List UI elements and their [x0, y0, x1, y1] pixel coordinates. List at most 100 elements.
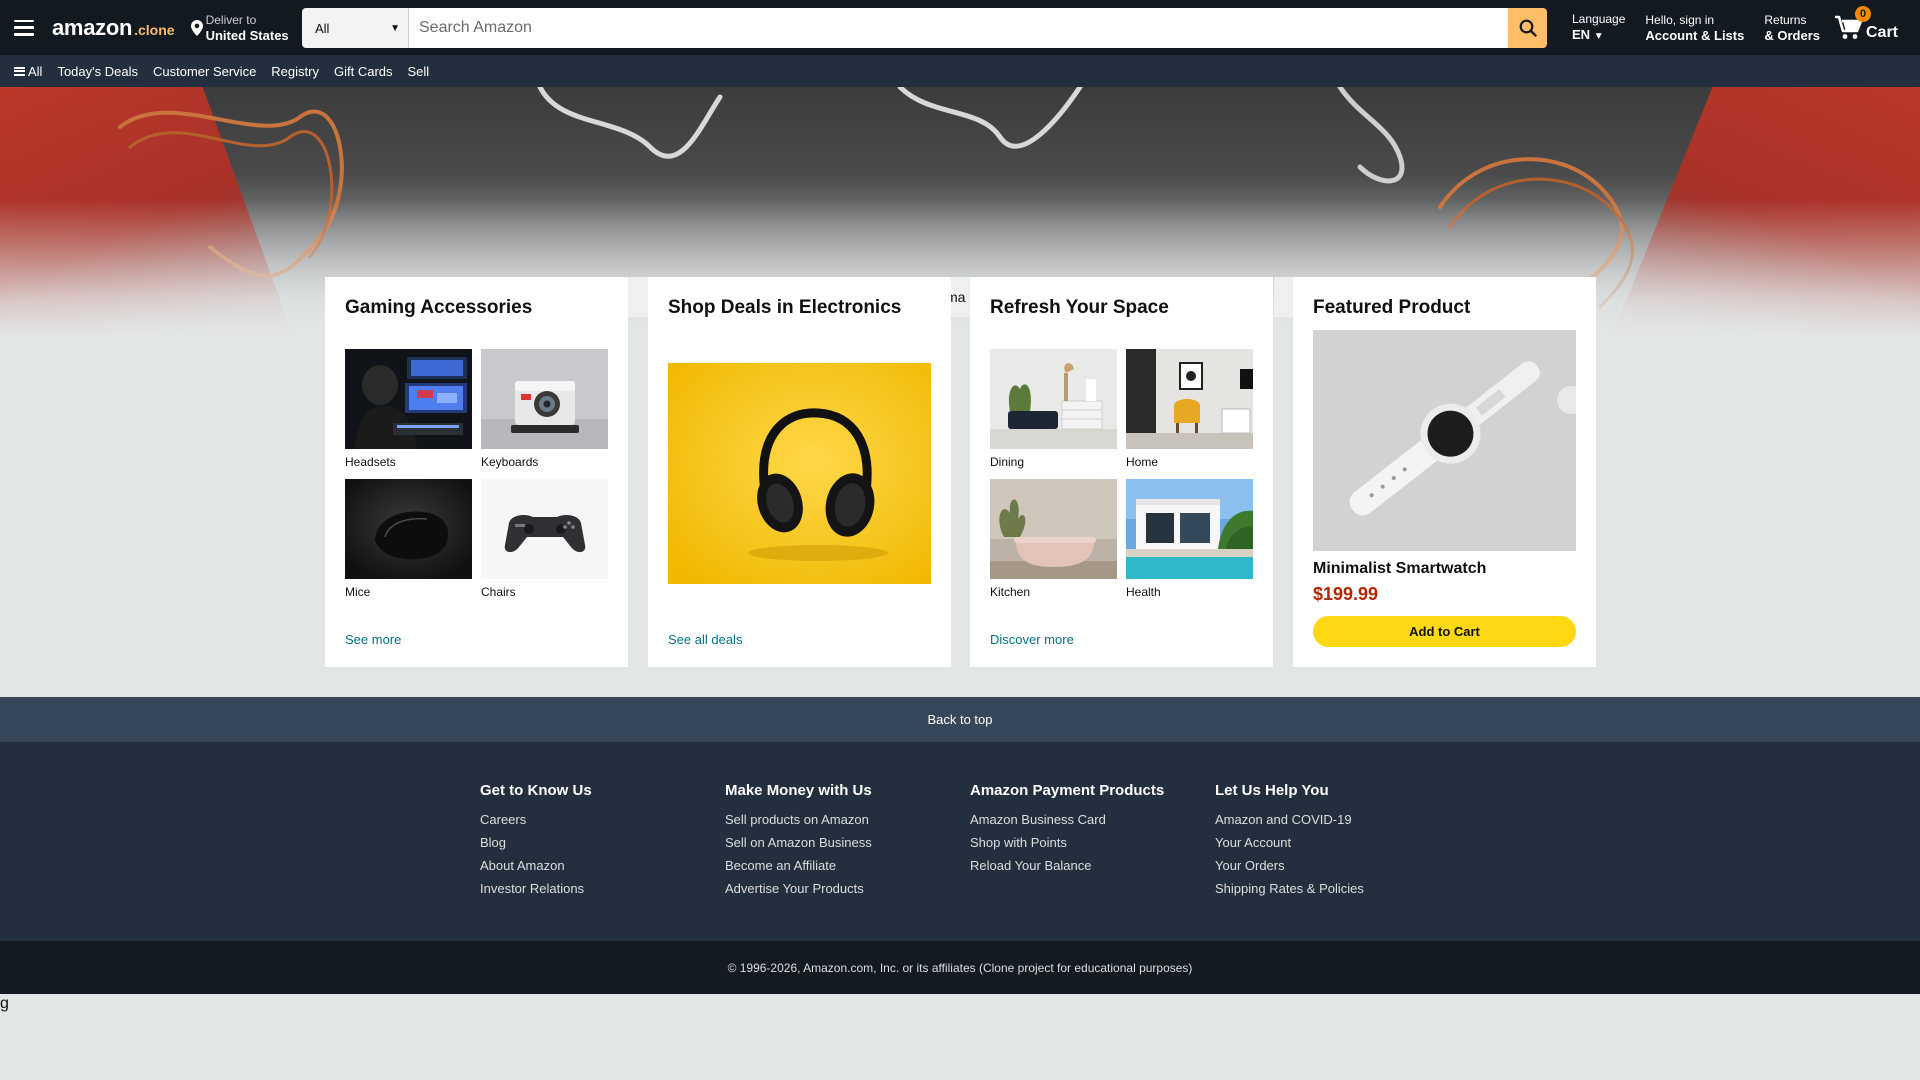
logo-word: amazon	[52, 14, 133, 40]
subnav-gift-cards[interactable]: Gift Cards	[334, 64, 393, 79]
footer-column-get-to-know-us: Get to Know Us Careers Blog About Amazon…	[480, 782, 710, 900]
tile-image	[990, 349, 1117, 449]
subnav-registry[interactable]: Registry	[271, 64, 319, 79]
returns-orders-button[interactable]: Returns & Orders	[1754, 13, 1830, 43]
card-title: Shop Deals in Electronics	[668, 297, 902, 318]
add-to-cart-button[interactable]: Add to Cart	[1313, 616, 1576, 647]
card-title: Gaming Accessories	[345, 297, 533, 318]
subnav-all-label: All	[28, 63, 43, 79]
cart-count-badge: 0	[1855, 6, 1871, 22]
card-row: Gaming Accessories Headsets Keyboards Mi…	[325, 277, 1596, 667]
footer-link[interactable]: Amazon and COVID-19	[1215, 808, 1445, 831]
tile-health[interactable]: Health	[1126, 479, 1253, 609]
footer-column-heading: Get to Know Us	[480, 782, 592, 799]
see-more-link[interactable]: See more	[345, 632, 401, 647]
tile-caption: Mice	[345, 585, 371, 599]
product-price: $199.99	[1313, 584, 1379, 604]
footer-link[interactable]: Amazon Business Card	[970, 808, 1200, 831]
tile-headsets[interactable]: Headsets	[345, 349, 472, 479]
footer-link[interactable]: Investor Relations	[480, 877, 710, 900]
tile-image	[345, 479, 472, 579]
tile-caption: Dining	[990, 455, 1025, 469]
subnav-sell[interactable]: Sell	[408, 64, 430, 79]
deliver-line2: United States	[205, 27, 289, 43]
footer-link[interactable]: Careers	[480, 808, 710, 831]
tile-image	[990, 479, 1117, 579]
discover-more-link[interactable]: Discover more	[990, 632, 1074, 647]
footer-column-help: Let Us Help You Amazon and COVID-19 Your…	[1215, 782, 1445, 900]
smartwatch-image[interactable]	[1313, 330, 1576, 551]
tile-mice[interactable]: Mice	[345, 479, 472, 609]
subnav-customer-service[interactable]: Customer Service	[153, 64, 256, 79]
search-bar: All ▼	[302, 8, 1547, 48]
chevron-down-icon: ▼	[390, 22, 400, 34]
search-category-select[interactable]: All ▼	[302, 8, 409, 48]
footer-column-heading: Make Money with Us	[725, 782, 872, 799]
logo-suffix: .clone	[134, 22, 175, 38]
language-line2: EN ▼	[1572, 27, 1625, 44]
footer-link[interactable]: Your Account	[1215, 831, 1445, 854]
footer-column-make-money: Make Money with Us Sell products on Amaz…	[725, 782, 955, 900]
footer-link[interactable]: Sell products on Amazon	[725, 808, 955, 831]
tile-image	[1126, 349, 1253, 449]
search-icon	[1519, 19, 1537, 37]
tile-caption: Health	[1126, 585, 1161, 599]
subnav-todays-deals[interactable]: Today's Deals	[57, 64, 138, 79]
footer-column-heading: Amazon Payment Products	[970, 782, 1165, 799]
amazon-logo[interactable]: amazon .clone	[48, 0, 179, 55]
card-featured-product: Featured Product Minimalist Smartwatch $…	[1293, 277, 1596, 667]
menu-icon	[14, 66, 25, 76]
headphones-image[interactable]	[668, 363, 931, 584]
top-nav: amazon .clone Deliver to United States A…	[0, 0, 1920, 55]
see-all-deals-link[interactable]: See all deals	[668, 632, 742, 647]
tile-keyboards[interactable]: Keyboards	[481, 349, 608, 479]
footer-column-payment-products: Amazon Payment Products Amazon Business …	[970, 782, 1200, 877]
tile-image	[481, 349, 608, 449]
search-input[interactable]	[409, 8, 1508, 48]
copyright-text: © 1996-2026, Amazon.com, Inc. or its aff…	[727, 960, 1193, 975]
tile-kitchen[interactable]: Kitchen	[990, 479, 1117, 609]
product-name: Minimalist Smartwatch	[1313, 560, 1487, 577]
subnav-all[interactable]: All	[14, 64, 42, 79]
location-pin-icon	[190, 19, 203, 36]
account-line2: Account & Lists	[1645, 27, 1745, 43]
cart-button[interactable]: 0 Cart	[1830, 0, 1906, 55]
tile-caption: Chairs	[481, 585, 516, 599]
footer-link[interactable]: Become an Affiliate	[725, 854, 955, 877]
hamburger-icon	[14, 19, 34, 36]
footer-link[interactable]: Advertise Your Products	[725, 877, 955, 900]
cart-label: Cart	[1866, 23, 1899, 41]
deliver-to-button[interactable]: Deliver to United States	[179, 0, 299, 55]
language-selector[interactable]: Language EN ▼	[1562, 12, 1635, 44]
hamburger-menu-button[interactable]	[0, 0, 48, 55]
footer-links: Get to Know Us Careers Blog About Amazon…	[0, 742, 1920, 941]
language-code: EN	[1572, 26, 1591, 42]
footer-link[interactable]: Shop with Points	[970, 831, 1200, 854]
tile-image	[481, 479, 608, 579]
tile-home[interactable]: Home	[1126, 349, 1253, 479]
footer-link[interactable]: Shipping Rates & Policies	[1215, 877, 1445, 900]
tile-image	[1126, 479, 1253, 579]
account-line1: Hello, sign in	[1645, 12, 1715, 27]
tile-chairs[interactable]: Chairs	[481, 479, 608, 609]
footer-link[interactable]: Blog	[480, 831, 710, 854]
tile-image	[345, 349, 472, 449]
search-button[interactable]	[1508, 8, 1547, 48]
returns-line2: & Orders	[1764, 27, 1820, 43]
account-lists-button[interactable]: Hello, sign in Account & Lists	[1635, 13, 1754, 43]
tile-caption: Keyboards	[481, 455, 539, 469]
tile-grid: Headsets Keyboards Mice Chairs	[345, 349, 608, 609]
footer-link[interactable]: Your Orders	[1215, 854, 1445, 877]
deliver-line1: Deliver to	[205, 12, 257, 27]
stray-text: g	[0, 995, 9, 1012]
copyright-bar: © 1996-2026, Amazon.com, Inc. or its aff…	[0, 941, 1920, 994]
footer-link[interactable]: Sell on Amazon Business	[725, 831, 955, 854]
footer-column-heading: Let Us Help You	[1215, 782, 1329, 799]
card-refresh-your-space: Refresh Your Space Dining Home Kitchen H…	[970, 277, 1273, 667]
footer-link[interactable]: Reload Your Balance	[970, 854, 1200, 877]
footer-link[interactable]: About Amazon	[480, 854, 710, 877]
tile-dining[interactable]: Dining	[990, 349, 1117, 479]
back-to-top-button[interactable]: Back to top	[0, 697, 1920, 742]
tile-caption: Kitchen	[990, 585, 1031, 599]
language-line1: Language	[1572, 11, 1626, 26]
